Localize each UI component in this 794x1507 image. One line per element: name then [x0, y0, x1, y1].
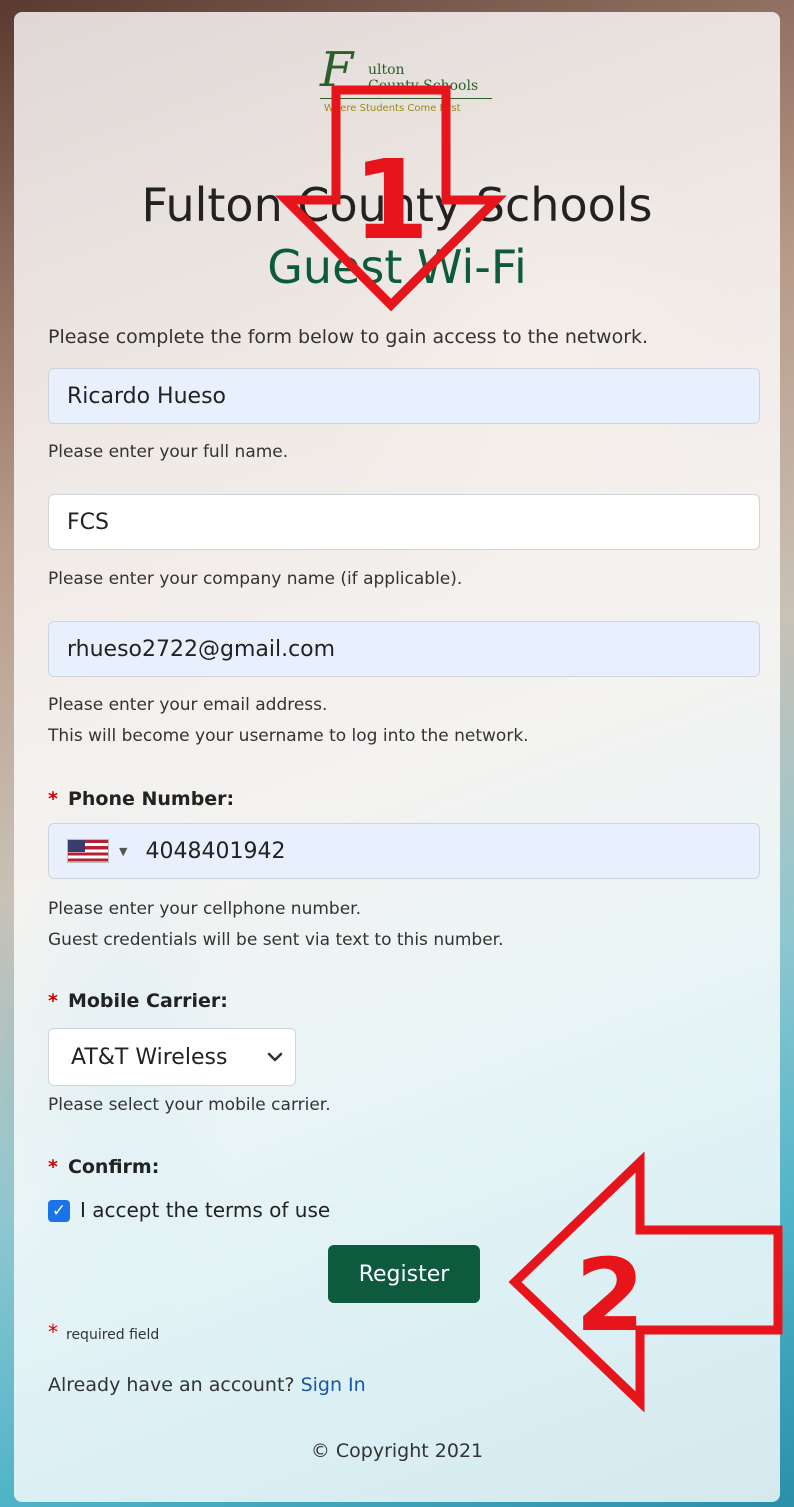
annotation-arrow-2: 2	[508, 1151, 783, 1413]
annotation-number-1: 1	[353, 136, 430, 264]
annotation-overlay: 1 2	[275, 85, 783, 1413]
annotation-arrow-1: 1	[275, 85, 507, 312]
annotation-number-2: 2	[575, 1237, 645, 1354]
